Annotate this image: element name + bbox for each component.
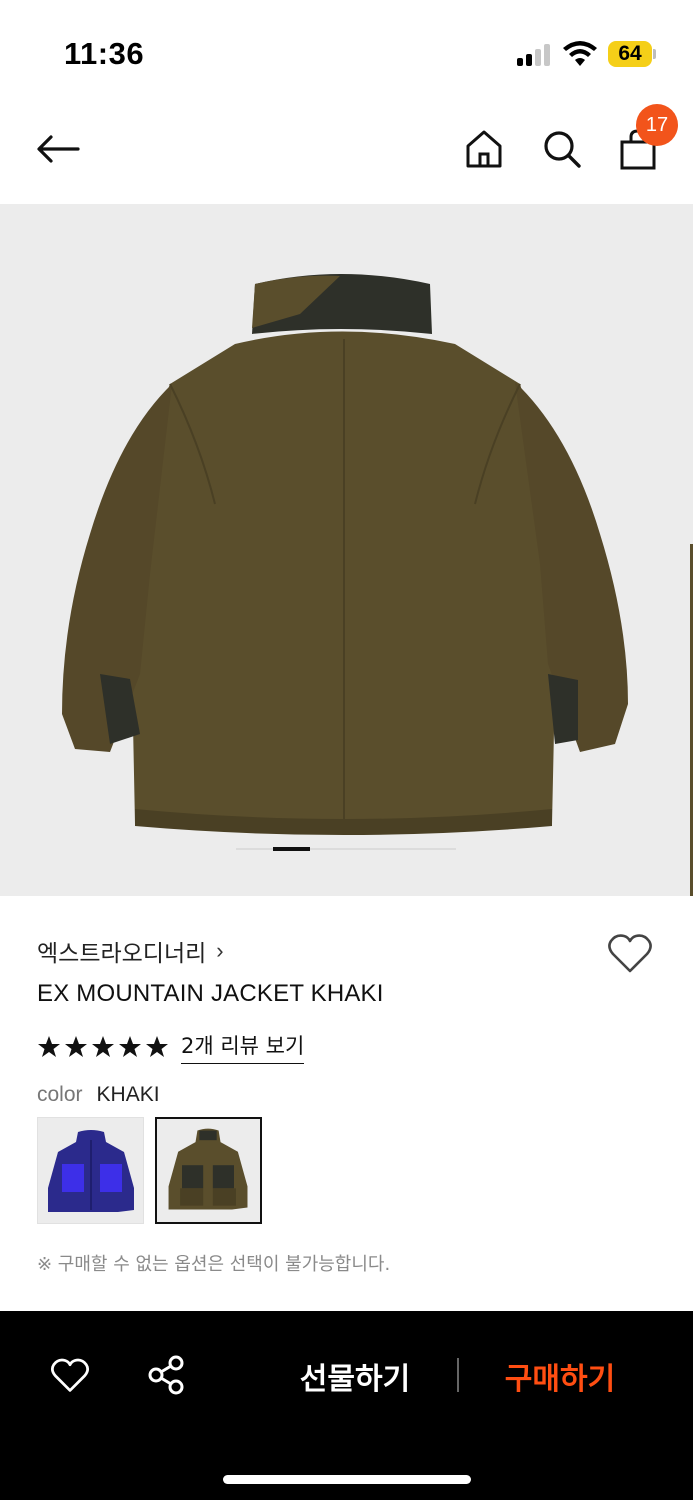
carousel-pager-indicator: [273, 847, 310, 851]
carousel-pager-track: [236, 848, 456, 850]
jacket-thumbnail-blue: [48, 1130, 134, 1212]
product-title: EX MOUNTAIN JACKET KHAKI: [37, 980, 384, 1007]
heart-outline-icon: [608, 934, 652, 973]
search-icon: [544, 131, 581, 168]
status-time: 11:36: [64, 36, 145, 71]
battery-indicator: 64: [608, 41, 656, 67]
status-bar: 11:36 64: [0, 0, 693, 100]
cart-count-badge: 17: [636, 104, 678, 146]
back-button[interactable]: [30, 124, 86, 174]
product-image-carousel[interactable]: [0, 204, 693, 896]
wishlist-button[interactable]: [607, 932, 653, 978]
cellular-signal-icon: [517, 44, 553, 66]
color-swatch-khaki[interactable]: [155, 1117, 262, 1224]
star-icon: [65, 1036, 87, 1057]
view-reviews-link[interactable]: 2개 리뷰 보기: [181, 1030, 305, 1064]
bottom-wishlist-button[interactable]: [46, 1351, 94, 1399]
top-navigation: 17: [0, 100, 693, 204]
jacket-back-photo: [62, 274, 628, 835]
brand-link[interactable]: 엑스트라오디너리 ›: [37, 934, 224, 968]
color-swatch-blue[interactable]: [37, 1117, 144, 1224]
home-icon: [466, 130, 502, 168]
buy-button[interactable]: 구매하기: [480, 1349, 640, 1403]
selected-color-value: KHAKI: [96, 1083, 160, 1106]
battery-level: 64: [618, 42, 642, 65]
star-icon: [92, 1036, 114, 1057]
home-button[interactable]: [458, 122, 510, 176]
heart-outline-icon: [50, 1358, 90, 1392]
rating-row: 2개 리뷰 보기: [37, 1030, 305, 1064]
jacket-thumbnail-khaki: [168, 1128, 248, 1210]
brand-name: 엑스트라오디너리: [37, 941, 207, 967]
arrow-left-icon: [37, 135, 80, 163]
wifi-icon: [562, 40, 598, 68]
share-button[interactable]: [142, 1351, 190, 1399]
option-notice: ※ 구매할 수 없는 옵션은 선택이 불가능합니다.: [37, 1254, 391, 1275]
star-icon: [146, 1036, 168, 1057]
home-indicator: [223, 1475, 471, 1484]
search-button[interactable]: [536, 122, 588, 176]
bottom-action-bar: 선물하기 구매하기: [0, 1311, 693, 1500]
color-option-row: color KHAKI: [37, 1083, 160, 1107]
chevron-right-icon: ›: [216, 938, 224, 963]
gift-button[interactable]: 선물하기: [275, 1349, 435, 1403]
share-icon: [148, 1355, 184, 1395]
star-icon: [38, 1036, 60, 1057]
star-icon: [119, 1036, 141, 1057]
color-label: color: [37, 1083, 83, 1106]
star-rating: [37, 1035, 169, 1059]
divider: [457, 1358, 459, 1392]
